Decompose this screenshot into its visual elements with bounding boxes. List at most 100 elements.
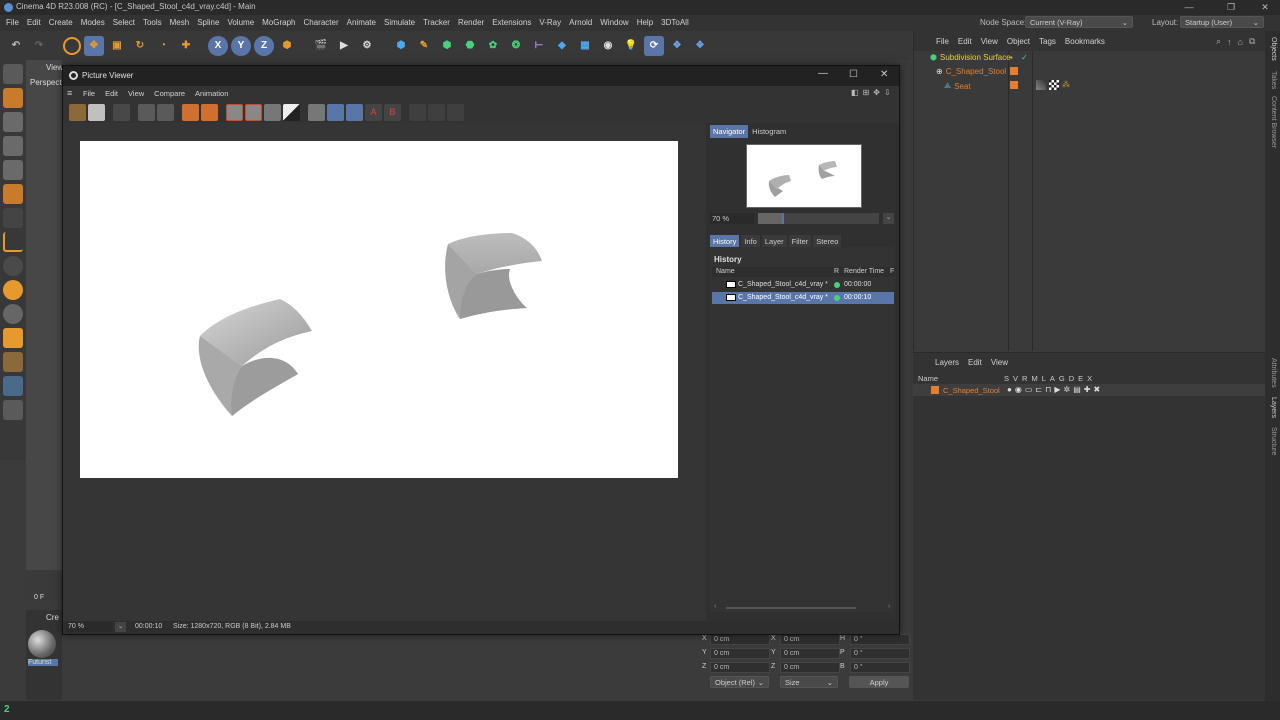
minimize-icon[interactable]: — — [1176, 0, 1202, 15]
panel-toggle-icon[interactable]: ◧ — [851, 88, 859, 97]
picture-viewer-title-bar[interactable]: Picture Viewer — ☐ ✕ — [63, 66, 899, 86]
redo-icon[interactable]: ↷ — [29, 36, 49, 56]
menu-modes[interactable]: Modes — [81, 18, 105, 27]
open-icon[interactable] — [69, 103, 86, 121]
search-icon[interactable]: ⌕ — [1216, 36, 1221, 47]
layer-color-icon[interactable] — [1010, 67, 1018, 75]
menu-arnold[interactable]: Arnold — [569, 18, 592, 27]
workplane-icon[interactable] — [3, 232, 23, 252]
pv-menu-edit[interactable]: Edit — [105, 89, 118, 98]
menu-mograph[interactable]: MoGraph — [262, 18, 295, 27]
pen-icon[interactable]: ✎ — [414, 36, 434, 56]
pv-menu-view[interactable]: View — [128, 89, 144, 98]
zoom-field[interactable]: 70 % — [710, 213, 754, 224]
python-script-icon[interactable]: ❖ — [690, 36, 710, 56]
stereo-right-icon[interactable] — [428, 103, 445, 121]
split-horizontal-icon[interactable] — [327, 103, 344, 121]
solo-dot-icon[interactable]: ● — [1007, 385, 1012, 394]
status-zoom-field[interactable]: 70 % — [66, 622, 112, 632]
stop-icon[interactable] — [157, 103, 174, 121]
fit-icon[interactable] — [138, 103, 155, 121]
vray-icon[interactable]: ⟳ — [644, 35, 664, 56]
pv-close-icon[interactable]: ✕ — [880, 69, 888, 80]
z-axis-button[interactable]: Z — [254, 35, 274, 56]
tab-histogram[interactable]: Histogram — [749, 125, 789, 138]
history-scrollbar[interactable]: ‹ › — [712, 603, 894, 611]
coord-mode-dropdown[interactable]: Object (Rel) ⌄ — [710, 676, 769, 688]
set-a-icon[interactable]: A — [365, 103, 382, 121]
check-icon[interactable]: ✓ — [1021, 53, 1028, 62]
node-space-dropdown[interactable]: Current (V-Ray) ⌄ — [1025, 16, 1133, 28]
coordinate-system-icon[interactable]: ⬢ — [277, 36, 297, 56]
python-icon[interactable]: ❖ — [667, 36, 687, 56]
status-zoom-dropdown-icon[interactable]: ⌄ — [115, 622, 126, 632]
uvw-tag-icon[interactable] — [1049, 80, 1059, 90]
objects-menu-tags[interactable]: Tags — [1039, 37, 1056, 46]
navigator-thumbnail[interactable] — [746, 144, 862, 208]
menu-character[interactable]: Character — [304, 18, 339, 27]
new-panel-icon[interactable]: ⧉ — [1249, 36, 1255, 47]
coord-field[interactable]: 0 ° — [850, 662, 910, 673]
deformer-icon[interactable]: ⊢ — [529, 36, 549, 56]
render-to-picture-viewer-icon[interactable]: ▶ — [334, 36, 354, 56]
compare-b-icon[interactable] — [245, 103, 262, 121]
coord-size-dropdown[interactable]: Size ⌄ — [780, 676, 838, 688]
save-icon[interactable] — [88, 103, 105, 121]
pv-menu-compare[interactable]: Compare — [154, 89, 185, 98]
objects-menu-bookmarks[interactable]: Bookmarks — [1065, 37, 1105, 46]
material-tag-icon[interactable] — [1036, 80, 1046, 90]
zoom-dropdown-icon[interactable]: ⌄ — [883, 213, 894, 224]
close-icon[interactable]: ✕ — [1252, 0, 1278, 15]
expression-icon[interactable]: ✚ — [1084, 385, 1091, 394]
solo-hierarchy-icon[interactable] — [3, 304, 23, 324]
viewport-area[interactable] — [26, 60, 62, 600]
tab-content-browser[interactable]: Content Browser — [1270, 96, 1277, 148]
enable-axis-icon[interactable] — [3, 208, 23, 228]
sculpt-icon[interactable] — [3, 400, 23, 420]
coord-field[interactable]: 0 cm — [710, 648, 770, 659]
subdivision-icon[interactable]: ⬢ — [437, 36, 457, 56]
render-region-icon[interactable] — [182, 103, 199, 121]
compare-mode-icon[interactable] — [308, 103, 325, 121]
render-icon[interactable]: ▭ — [1025, 385, 1033, 394]
cloner-icon[interactable]: ✿ — [483, 36, 503, 56]
xref-icon[interactable]: ✖ — [1093, 385, 1100, 394]
move-panel-icon[interactable]: ✥ — [873, 88, 880, 97]
tree-row[interactable]: ⬢ Subdivision Surface ▪ ✓ — [930, 53, 1270, 62]
texture-mode-icon[interactable] — [3, 112, 23, 132]
layer-color-icon[interactable] — [1010, 81, 1018, 89]
menu-3dtoall[interactable]: 3DToAll — [661, 18, 689, 27]
undo-icon[interactable]: ↶ — [6, 36, 26, 56]
polygons-mode-icon[interactable] — [3, 184, 23, 204]
selection-tag-icon[interactable]: ⁂ — [1062, 80, 1070, 89]
frame-field[interactable]: 0 F — [34, 594, 44, 601]
layer-color-icon[interactable] — [931, 386, 939, 394]
layers-menu-edit[interactable]: Edit — [968, 358, 982, 367]
stereo-left-icon[interactable] — [409, 103, 426, 121]
mograph-icon[interactable]: ❂ — [506, 36, 526, 56]
lock-workplane-icon[interactable] — [3, 328, 23, 348]
history-row[interactable]: C_Shaped_Stool_c4d_vray * 00:00:00 — [712, 279, 894, 291]
split-vertical-icon[interactable] — [346, 103, 363, 121]
material-preview[interactable] — [28, 630, 56, 658]
hamburger-icon[interactable]: ≡ — [67, 88, 72, 98]
texture-view-icon[interactable] — [3, 376, 23, 396]
add-tool-icon[interactable]: ✚ — [176, 36, 196, 56]
text-overlay-icon[interactable] — [283, 103, 300, 121]
extrude-icon[interactable]: ⬣ — [460, 36, 480, 56]
coord-field[interactable]: 0 cm — [780, 634, 840, 645]
tab-attributes[interactable]: Attributes — [1270, 358, 1277, 388]
menu-mesh[interactable]: Mesh — [170, 18, 190, 27]
menu-simulate[interactable]: Simulate — [384, 18, 415, 27]
apply-button[interactable]: Apply — [849, 676, 909, 688]
layers-menu-view[interactable]: View — [991, 358, 1008, 367]
tab-layers[interactable]: Layers — [1270, 397, 1277, 418]
animation-icon[interactable]: ▶ — [1054, 385, 1060, 394]
coord-field[interactable]: 0 cm — [780, 662, 840, 673]
copy-icon[interactable] — [113, 103, 130, 121]
fullscreen-icon[interactable]: ⊞ — [863, 88, 870, 97]
tab-structure[interactable]: Structure — [1270, 427, 1277, 455]
light-icon[interactable]: 💡 — [621, 36, 641, 56]
tab-navigator[interactable]: Navigator — [710, 125, 749, 138]
menu-volume[interactable]: Volume — [227, 18, 254, 27]
